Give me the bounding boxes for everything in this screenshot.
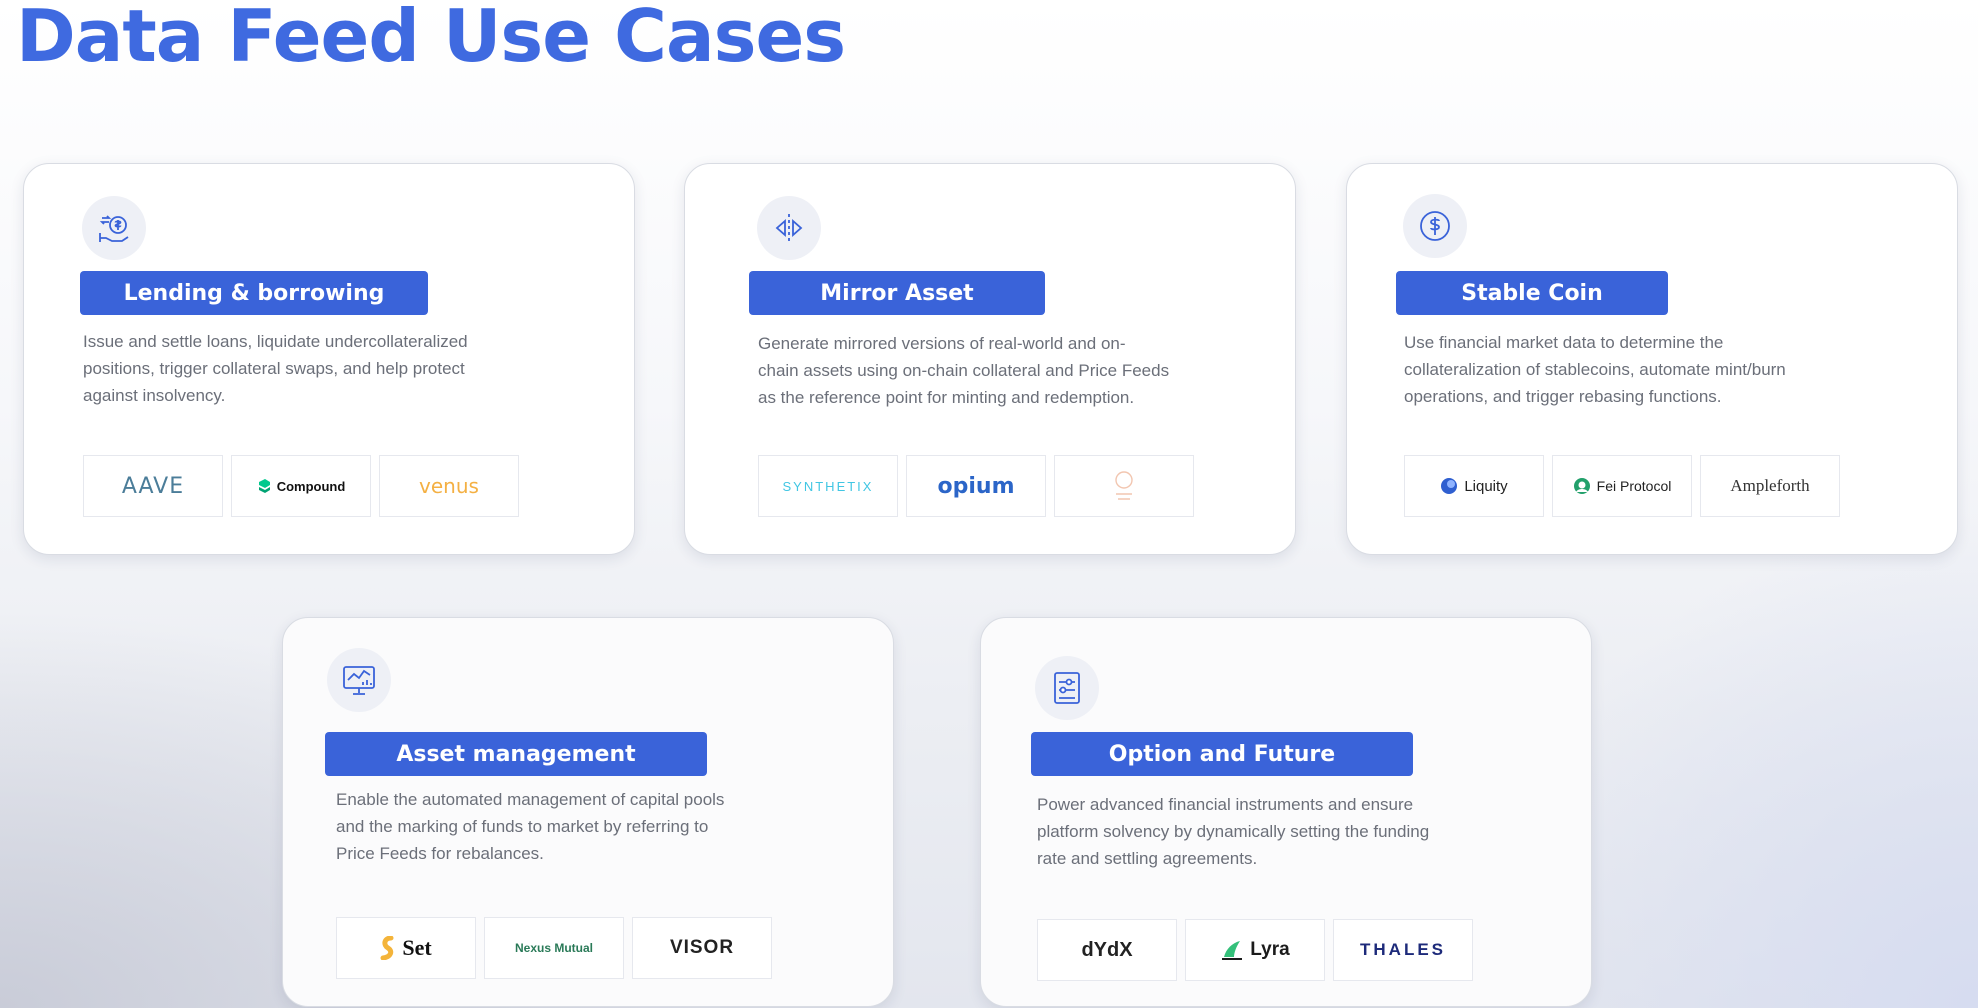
dollar-coin-icon: [1403, 194, 1467, 258]
card-option-and-future: Option and Future Power advanced financi…: [980, 617, 1592, 1007]
monitor-chart-icon: [327, 648, 391, 712]
card-description: Generate mirrored versions of real-world…: [758, 334, 1170, 407]
logo-aave: AAVE: [83, 455, 223, 517]
logo-set: Set: [336, 917, 476, 979]
card-description: Use financial market data to determine t…: [1404, 333, 1786, 406]
logo-thales: THALES: [1333, 919, 1473, 981]
logo-synthetix: SYNTHETIX: [758, 455, 898, 517]
mirror-icon: [757, 196, 821, 260]
card-mirror-asset: Mirror Asset Generate mirrored versions …: [684, 163, 1296, 555]
logo-venus: venus: [379, 455, 519, 517]
card-lending-borrowing: Lending & borrowing Issue and settle loa…: [23, 163, 635, 555]
logo-opium: opium: [906, 455, 1046, 517]
card-title: Lending & borrowing: [80, 271, 428, 315]
sliders-icon: [1035, 656, 1099, 720]
card-description: Enable the automated management of capit…: [336, 790, 725, 863]
logo-nexus-mutual: Nexus Mutual: [484, 917, 624, 979]
card-title: Option and Future: [1031, 732, 1413, 776]
hand-money-icon: [82, 196, 146, 260]
logo-liquity: Liquity: [1404, 455, 1544, 517]
card-title: Mirror Asset: [749, 271, 1045, 315]
card-title: Asset management: [325, 732, 707, 776]
logo-lyra: Lyra: [1185, 919, 1325, 981]
card-stable-coin: Stable Coin Use financial market data to…: [1346, 163, 1958, 555]
card-description: Power advanced financial instruments and…: [1037, 795, 1430, 868]
logo-ampleforth: Ampleforth: [1700, 455, 1840, 517]
logo-compound: Compound: [231, 455, 371, 517]
logo-faint: [1054, 455, 1194, 517]
logo-visor: VISOR: [632, 917, 772, 979]
page-title: Data Feed Use Cases: [16, 0, 846, 78]
card-description: Issue and settle loans, liquidate underc…: [83, 332, 468, 405]
card-asset-management: Asset management Enable the automated ma…: [282, 617, 894, 1007]
logo-fei-protocol: Fei Protocol: [1552, 455, 1692, 517]
logo-dydx: dYdX: [1037, 919, 1177, 981]
card-title: Stable Coin: [1396, 271, 1668, 315]
